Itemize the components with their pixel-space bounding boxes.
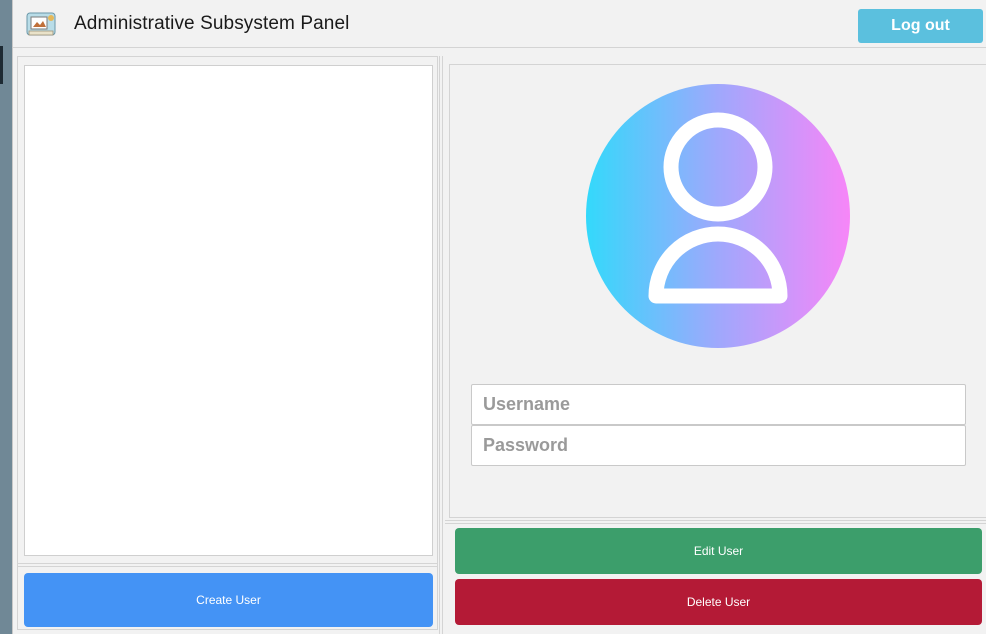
user-list[interactable] xyxy=(24,65,433,556)
desktop-edge-mark xyxy=(0,46,3,84)
delete-user-button[interactable]: Delete User xyxy=(455,579,982,625)
window-title: Administrative Subsystem Panel xyxy=(74,13,350,34)
create-user-button[interactable]: Create User xyxy=(24,573,433,627)
desktop-edge xyxy=(0,0,12,634)
logout-button[interactable]: Log out xyxy=(858,9,983,43)
vertical-splitter[interactable] xyxy=(439,56,443,634)
edit-user-button[interactable]: Edit User xyxy=(455,528,982,574)
title-bar: Administrative Subsystem Panel Log out xyxy=(13,0,986,48)
admin-panel-icon xyxy=(26,12,56,36)
user-avatar-icon xyxy=(586,84,850,348)
password-field[interactable] xyxy=(471,425,966,466)
right-splitter[interactable] xyxy=(445,520,986,524)
left-splitter[interactable] xyxy=(17,563,437,567)
username-field[interactable] xyxy=(471,384,966,425)
admin-window: Administrative Subsystem Panel Log out C… xyxy=(12,0,986,634)
